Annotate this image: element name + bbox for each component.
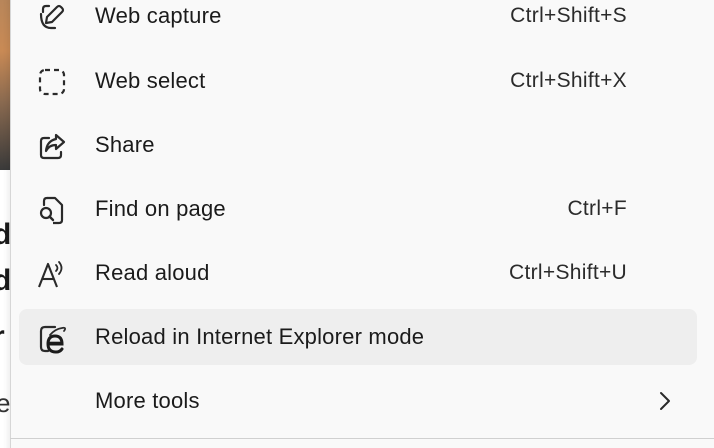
menu-item-find-on-page[interactable]: Find on page Ctrl+F bbox=[19, 181, 697, 237]
background-page: d d r e bbox=[0, 0, 11, 448]
menu-item-share[interactable]: Share bbox=[19, 117, 697, 173]
web-capture-icon bbox=[35, 0, 69, 34]
chevron-right-icon bbox=[655, 389, 675, 413]
menu-item-shortcut: Ctrl+Shift+U bbox=[509, 261, 627, 284]
menu-item-read-aloud[interactable]: Read aloud Ctrl+Shift+U bbox=[19, 245, 697, 301]
background-text: r bbox=[0, 322, 5, 352]
menu-item-more-tools[interactable]: More tools bbox=[19, 373, 697, 429]
menu-item-label: Web select bbox=[95, 68, 206, 93]
settings-menu: Web capture Ctrl+Shift+S Web select Ctrl… bbox=[10, 0, 714, 448]
internet-explorer-icon bbox=[35, 321, 69, 355]
screen: d d r e Web capture Ctrl+Shift+S bbox=[0, 0, 714, 448]
menu-item-label: Web capture bbox=[95, 3, 222, 28]
menu-item-label: Find on page bbox=[95, 196, 226, 221]
menu-item-shortcut: Ctrl+Shift+X bbox=[510, 69, 627, 92]
menu-item-shortcut: Ctrl+Shift+S bbox=[510, 4, 627, 27]
menu-item-shortcut: Ctrl+F bbox=[567, 197, 627, 220]
menu-item-label: Read aloud bbox=[95, 260, 210, 285]
menu-divider bbox=[10, 438, 714, 439]
menu-item-label: Share bbox=[95, 132, 155, 157]
find-on-page-icon bbox=[35, 193, 69, 227]
menu-item-label: More tools bbox=[95, 388, 200, 413]
menu-item-reload-ie-mode[interactable]: Reload in Internet Explorer mode bbox=[19, 309, 697, 365]
share-icon bbox=[35, 129, 69, 163]
background-text: e bbox=[0, 388, 11, 418]
read-aloud-icon bbox=[35, 257, 69, 291]
web-select-icon bbox=[35, 65, 69, 99]
menu-item-web-capture[interactable]: Web capture Ctrl+Shift+S bbox=[19, 0, 697, 44]
menu-item-web-select[interactable]: Web select Ctrl+Shift+X bbox=[19, 53, 697, 109]
menu-item-label: Reload in Internet Explorer mode bbox=[95, 324, 425, 349]
background-image bbox=[0, 0, 10, 170]
